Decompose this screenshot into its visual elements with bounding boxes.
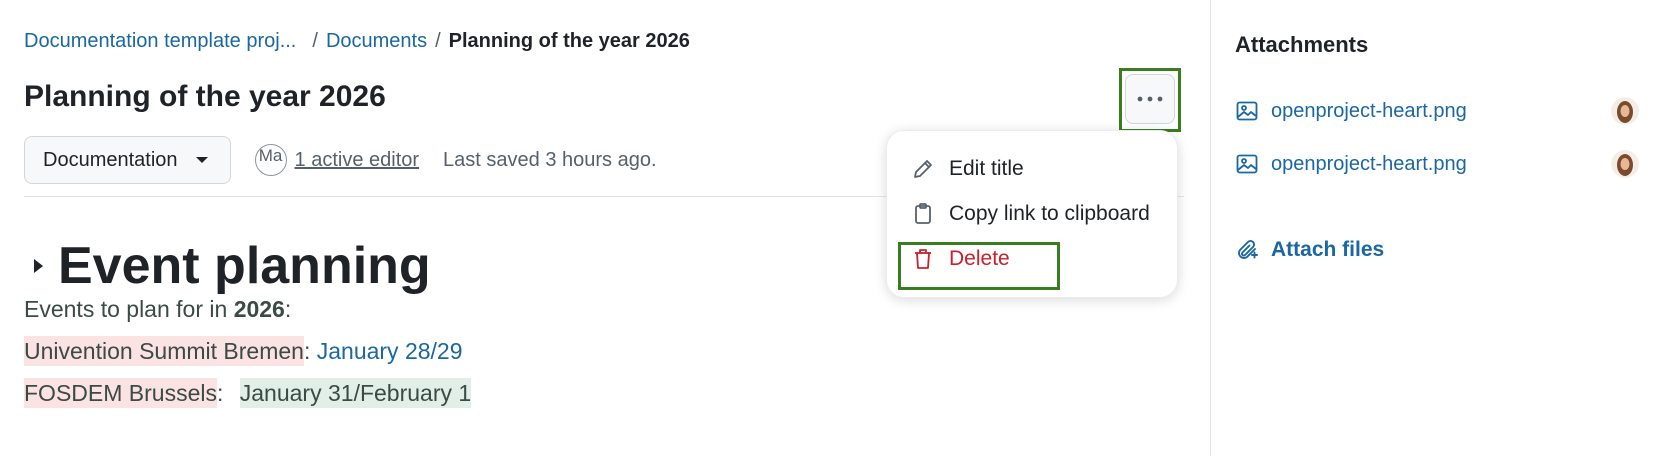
active-editors-link[interactable]: 1 active editor (295, 149, 420, 172)
intro-paragraph: Events to plan for in 2026: (24, 296, 291, 323)
breadcrumb-project-link[interactable]: Documentation template proj... (24, 30, 296, 53)
document-type-select[interactable]: Documentation (24, 136, 231, 184)
more-actions-button[interactable] (1125, 74, 1175, 124)
editor-avatar: Ma (254, 144, 287, 176)
document-type-label: Documentation (43, 148, 178, 171)
event-separator: : (303, 338, 317, 364)
attachments-panel: Attachments openproject-heart.png openpr… (1210, 0, 1666, 456)
attachment-link[interactable]: openproject-heart.png (1271, 100, 1467, 123)
heading-text: Event planning (58, 237, 431, 295)
event-line: Univention Summit Bremen: January 28/29 (24, 336, 463, 366)
intro-suffix: : (284, 296, 292, 322)
image-icon (1236, 101, 1258, 121)
attach-files-label: Attach files (1271, 238, 1385, 261)
attachments-title: Attachments (1235, 32, 1369, 57)
attachment-item[interactable]: openproject-heart.png (1235, 149, 1639, 179)
menu-item-edit-title[interactable]: Edit title (911, 153, 1024, 185)
document-toolbar: Documentation Ma 1 active editor Last sa… (24, 136, 657, 184)
menu-item-label: Edit title (949, 157, 1024, 180)
breadcrumb-separator: / (435, 30, 441, 52)
event-date: January 31/February 1 (239, 378, 472, 408)
attachment-link[interactable]: openproject-heart.png (1271, 153, 1467, 176)
avatar-initials: Ma (258, 146, 283, 165)
ellipsis-icon (1137, 96, 1163, 102)
intro-year: 2026 (233, 296, 285, 322)
event-name: FOSDEM Brussels (24, 378, 217, 408)
caret-down-icon (195, 157, 208, 163)
breadcrumb-current: Planning of the year 2026 (448, 30, 690, 52)
clipboard-icon (915, 203, 931, 224)
uploader-avatar (1611, 97, 1639, 125)
breadcrumb-documents-link[interactable]: Documents (326, 30, 427, 53)
image-icon (1236, 154, 1258, 174)
page-title: Planning of the year 2026 (24, 80, 386, 113)
pencil-icon (914, 160, 932, 178)
attach-files-button[interactable]: Attach files (1235, 238, 1384, 262)
intro-prefix: Events to plan for in (24, 296, 234, 322)
attachment-item[interactable]: openproject-heart.png (1235, 96, 1639, 126)
event-name: Univention Summit Bremen (24, 336, 304, 366)
collapse-triangle-icon[interactable] (34, 259, 43, 273)
menu-item-label: Copy link to clipboard (949, 202, 1150, 225)
highlight-frame (898, 242, 1060, 290)
event-line: FOSDEM Brussels: January 31/February 1 (24, 378, 472, 408)
paperclip-icon (1238, 240, 1258, 259)
uploader-avatar (1611, 150, 1639, 178)
event-separator: : (216, 380, 230, 406)
breadcrumb-separator: / (312, 30, 318, 52)
event-date: January 28/29 (316, 338, 463, 364)
document-heading: Event planning (34, 236, 431, 296)
breadcrumb: Documentation template proj... / Documen… (24, 30, 690, 53)
menu-item-copy-link[interactable]: Copy link to clipboard (911, 198, 1150, 230)
last-saved-status: Last saved 3 hours ago. (443, 148, 657, 171)
main-content: Documentation template proj... / Documen… (0, 0, 1210, 456)
